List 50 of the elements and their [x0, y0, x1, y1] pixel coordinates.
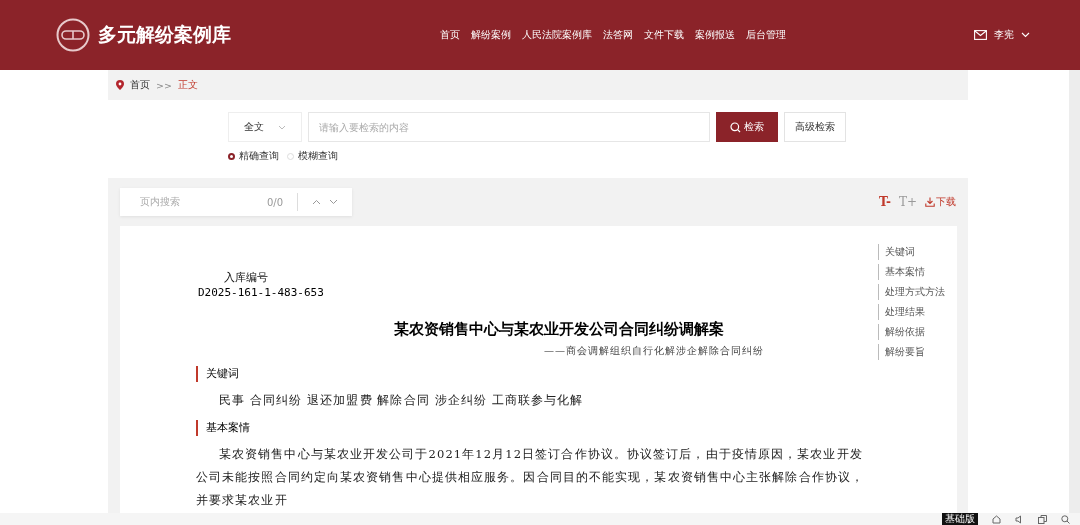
- logo-icon: [56, 18, 90, 52]
- nav-link[interactable]: 解纷案例: [471, 28, 511, 42]
- section-heading: 关键词: [196, 366, 874, 382]
- toc-link[interactable]: 解纷依据: [878, 324, 945, 340]
- nav-link[interactable]: 首页: [440, 28, 460, 42]
- document-title: 某农资销售中心与某农业开发公司合同纠纷调解案: [393, 320, 725, 339]
- breadcrumb-separator: >>: [156, 79, 172, 91]
- advanced-search-button[interactable]: 高级检索: [784, 112, 846, 142]
- match-count: 0/0: [266, 196, 283, 208]
- mail-icon[interactable]: [974, 30, 987, 40]
- font-smaller-button[interactable]: T-: [879, 195, 891, 209]
- radio-label[interactable]: 精确查询: [239, 149, 279, 163]
- breadcrumb-link[interactable]: 正文: [177, 78, 198, 92]
- toc-link[interactable]: 基本案情: [878, 264, 945, 280]
- toc-link[interactable]: 解纷要旨: [878, 344, 945, 360]
- radio-label[interactable]: 模糊查询: [298, 149, 338, 163]
- toc-link[interactable]: 处理方式方法: [878, 284, 945, 300]
- download-button[interactable]: 下载: [925, 195, 956, 209]
- location-pin-icon: [116, 80, 124, 90]
- site-name: 多元解纷案例库: [98, 22, 231, 47]
- nav-link[interactable]: 文件下载: [644, 28, 684, 42]
- home-icon[interactable]: [992, 514, 1001, 524]
- copy-icon[interactable]: [1038, 514, 1047, 524]
- search-icon[interactable]: [1061, 514, 1070, 524]
- document-subtitle: ——商会调解组织自行化解涉企解除合同纠纷: [543, 344, 764, 358]
- scrollbar[interactable]: [1069, 70, 1080, 513]
- chevron-up-icon[interactable]: [312, 199, 321, 205]
- nav-link[interactable]: 人民法院案例库: [522, 28, 592, 42]
- search-field[interactable]: 请输入要检索的内容: [308, 112, 710, 142]
- nav-link[interactable]: 法答网: [603, 28, 633, 42]
- case-id: D2025-161-1-483-653: [198, 286, 325, 299]
- chevron-down-icon: [278, 124, 286, 130]
- radio-button[interactable]: [228, 152, 235, 160]
- toc-link[interactable]: 关键词: [878, 244, 945, 260]
- toc-link[interactable]: 处理结果: [878, 304, 945, 320]
- nav-link[interactable]: 案例报送: [695, 28, 735, 42]
- section-paragraph: 民事 合同纠纷 退还加盟费 解除合同 涉企纠纷 工商联参与化解: [218, 392, 585, 409]
- nav-link[interactable]: 后台管理: [746, 28, 786, 42]
- case-id-label: 入库编号: [224, 270, 269, 285]
- search-button[interactable]: 检索: [716, 112, 778, 142]
- breadcrumb-link[interactable]: 首页: [130, 78, 150, 92]
- speaker-icon[interactable]: [1015, 514, 1024, 524]
- version-badge: 基础版: [942, 513, 978, 525]
- section-paragraph: 某农资销售中心与某农业开发公司于2021年12月12日签订合作协议。协议签订后，由于疫情原因，某农业开发公司未能按照合同约定向某农资销售中心提供相应服务。因合同目的不能实现，某农资销售中心主张解除合作协议，并要求某农业开: [196, 446, 866, 509]
- user-name[interactable]: 李宪: [994, 28, 1014, 42]
- page-search-placeholder: 页内搜索: [140, 195, 181, 209]
- section-heading: 基本案情: [196, 420, 874, 436]
- download-icon: [925, 197, 935, 207]
- scope-dropdown[interactable]: 全文: [228, 112, 302, 142]
- search-icon: [730, 121, 741, 133]
